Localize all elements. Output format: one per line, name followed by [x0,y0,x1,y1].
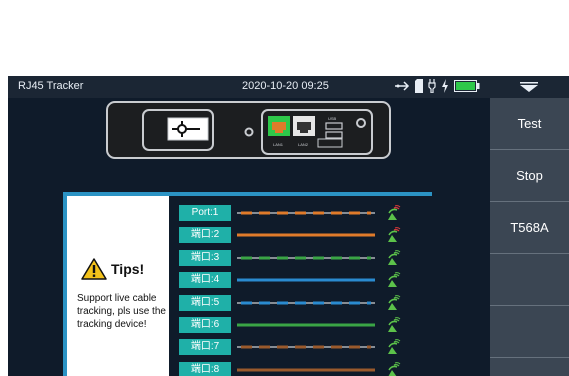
lan2-label: LAN2 [298,142,309,147]
tracker-screen: RJ45 Tracker 2020-10-20 09:25 LAN1 LAN2 … [8,76,569,376]
sd-card-icon [415,79,423,93]
stop-button[interactable]: Stop [490,150,569,202]
signal-antenna-icon [388,272,401,288]
empty-menu-button-2[interactable] [490,306,569,358]
port-label: 端口:4 [179,272,231,289]
status-bar: RJ45 Tracker 2020-10-20 09:25 [8,76,569,98]
cable-line [237,278,375,282]
device-illustration: LAN1 LAN2 USB [106,101,391,159]
port-label: 端口:8 [179,361,231,376]
tips-title: Tips! [111,261,145,277]
port-label: 端口:3 [179,249,231,266]
cable-line [237,233,375,237]
empty-menu-button-1[interactable] [490,254,569,306]
cable-line [237,301,375,305]
signal-antenna-icon [388,294,401,310]
cable-line [237,256,375,260]
port-label: 端口:7 [179,339,231,356]
tips-text: Support live cable tracking, pls use the… [77,293,166,330]
cable-line [237,211,375,215]
port-row: 端口:2 [179,227,429,244]
status-icons [394,79,480,93]
charging-icon [442,79,448,93]
cable-line [237,345,375,349]
datetime: 2020-10-20 09:25 [242,80,329,92]
signal-antenna-icon [388,317,401,332]
signal-antenna-icon [388,205,401,220]
port-row: 端口:8 [179,361,429,376]
app-title: RJ45 Tracker [18,80,84,92]
port-row: 端口:4 [179,272,429,289]
port-list: Port:1 端口:2 端口:3 端口:4 端口:5 端口:6 端口:7 端口:8 [169,196,432,376]
usb-label: USB [328,116,337,121]
port-row: Port:1 [179,205,429,221]
port-row: 端口:6 [179,317,429,333]
tips-box: Tips! Support live cable tracking, pls u… [67,196,169,376]
side-menu: Test Stop T568A [490,98,569,376]
cable-line [237,323,375,327]
cable-line [237,368,375,372]
plug-icon [428,79,436,93]
port-label: 端口:2 [179,227,231,244]
signal-antenna-icon [388,361,401,376]
port-label: 端口:5 [179,294,231,311]
signal-antenna-icon [388,227,401,243]
port-row: 端口:7 [179,339,429,356]
test-button[interactable]: Test [490,98,569,150]
warning-icon [81,258,107,280]
usb-icon [395,81,410,91]
tracking-panel: Tips! Support live cable tracking, pls u… [63,192,432,376]
battery-icon [454,80,480,92]
signal-antenna-icon [388,339,401,355]
wiring-standard-button[interactable]: T568A [490,202,569,254]
lan1-label: LAN1 [273,142,284,147]
tips-title-row: Tips! [81,258,144,280]
dropdown-triangle-icon[interactable] [520,82,538,92]
port-label: 端口:6 [179,317,231,333]
port-row: 端口:3 [179,249,429,266]
signal-antenna-icon [388,249,401,265]
port-row: 端口:5 [179,294,429,311]
port-label: Port:1 [179,205,231,221]
